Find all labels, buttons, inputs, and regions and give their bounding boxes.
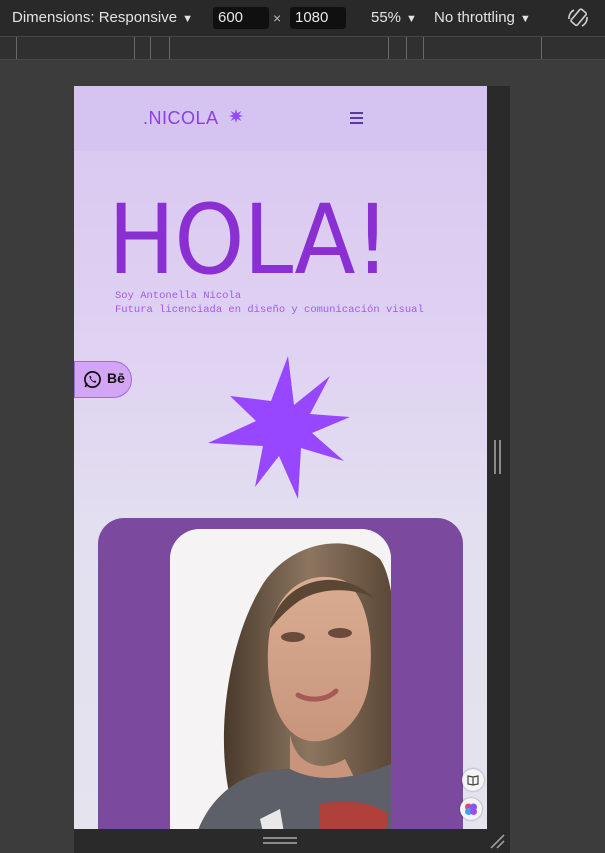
subtitle-role: Futura licenciada en diseño y comunicaci…	[115, 304, 424, 316]
rotate-icon[interactable]	[566, 6, 590, 30]
device-toolbar: Dimensions: Responsive ▼ 600 × 1080 55% ▼ …	[0, 0, 605, 37]
dimensions-label: Dimensions: Responsive	[12, 9, 178, 26]
bottom-resize-handle[interactable]	[263, 837, 297, 845]
star-decoration	[208, 356, 350, 499]
behance-icon[interactable]: Bē	[107, 370, 125, 386]
profile-card	[98, 518, 463, 829]
times-symbol: ×	[273, 10, 282, 26]
width-input[interactable]: 600	[213, 7, 269, 29]
profile-photo	[170, 529, 391, 829]
site-header: .NICOLA	[74, 86, 487, 151]
brand-logo[interactable]: .NICOLA	[143, 108, 219, 129]
assistant-button[interactable]	[460, 798, 482, 820]
chevron-down-icon: ▼	[519, 13, 531, 25]
zoom-dropdown[interactable]: 55% ▼	[371, 9, 417, 26]
social-links: Bē	[74, 361, 132, 398]
zoom-label: 55%	[371, 9, 402, 26]
subtitle-name: Soy Antonella Nicola	[115, 290, 242, 302]
book-icon	[467, 775, 479, 786]
media-query-ruler[interactable]	[0, 37, 605, 60]
portrait-image	[170, 529, 391, 829]
chevron-down-icon: ▼	[182, 13, 193, 25]
chevron-down-icon: ▼	[406, 13, 417, 25]
throttling-label: No throttling	[434, 9, 515, 26]
hamburger-menu-icon[interactable]	[350, 112, 363, 124]
whatsapp-icon[interactable]	[83, 370, 102, 389]
reader-mode-button[interactable]	[462, 769, 484, 791]
brain-icon	[465, 803, 477, 815]
hero-title: HOLA!	[108, 184, 390, 296]
emulated-viewport: .NICOLA HOLA! Soy Antonella Nicola Futur…	[74, 86, 487, 829]
throttling-dropdown[interactable]: No throttling ▼	[434, 9, 531, 26]
right-resize-handle[interactable]	[494, 440, 502, 474]
sparkle-icon	[229, 109, 243, 123]
corner-resize-icon[interactable]	[488, 832, 506, 850]
height-input[interactable]: 1080	[290, 7, 346, 29]
dimensions-dropdown[interactable]: Dimensions: Responsive ▼	[12, 9, 193, 26]
hero-subtitle: Soy Antonella Nicola Futura licenciada e…	[115, 289, 424, 317]
